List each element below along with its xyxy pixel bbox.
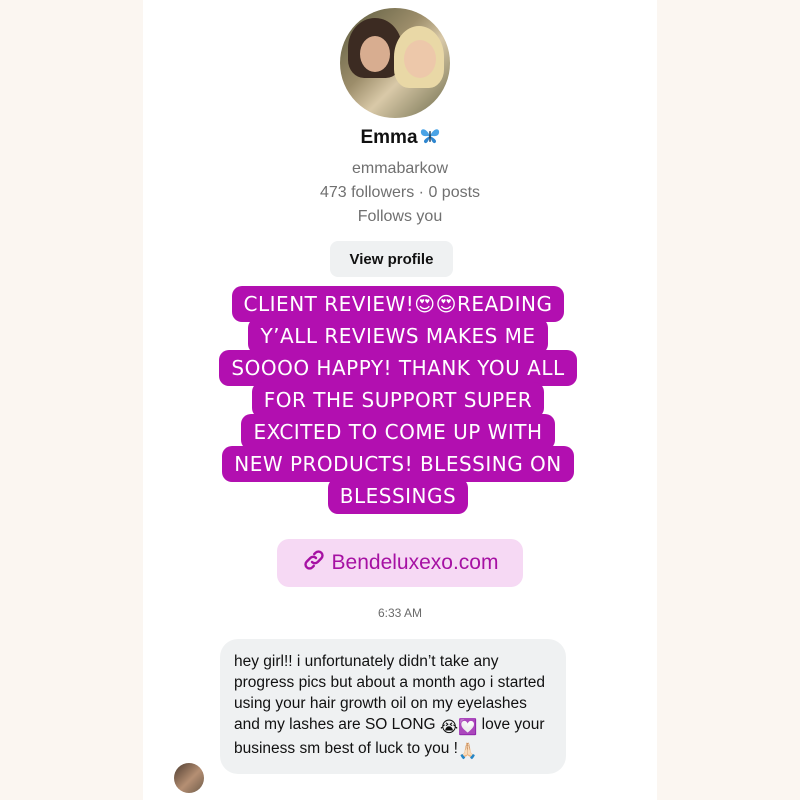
avatar-person-right-face xyxy=(404,40,436,78)
view-profile-button[interactable]: View profile xyxy=(330,241,453,277)
banner-line: SOOOO HAPPY! THANK YOU ALL xyxy=(219,350,577,386)
crying-face-icon: 😭 xyxy=(439,719,459,736)
profile-stats: 473 followers · 0 posts xyxy=(319,184,481,201)
folded-hands-icon: 🙏🏻 xyxy=(458,743,478,760)
banner-line: BLESSINGS xyxy=(327,478,469,514)
follow-status: Follows you xyxy=(357,208,443,225)
profile-display-name: Emma xyxy=(0,127,800,151)
link-sticker[interactable]: Bendeluxexo.com xyxy=(277,539,523,587)
sender-avatar[interactable] xyxy=(174,763,204,793)
message-timestamp: 6:33 AM xyxy=(377,606,423,620)
butterfly-icon xyxy=(420,127,440,151)
profile-username: emmabarkow xyxy=(351,160,449,177)
profile-avatar[interactable] xyxy=(340,8,450,118)
banner-line: FOR THE SUPPORT SUPER xyxy=(251,382,545,418)
banner-line: NEW PRODUCTS! BLESSING ON xyxy=(222,446,574,482)
banner-line: Y’ALL REVIEWS MAKES ME xyxy=(248,318,548,354)
display-name-text: Emma xyxy=(360,127,418,148)
link-sticker-label: Bendeluxexo.com xyxy=(331,551,499,574)
story-text-banner: CLIENT REVIEW!😍😍READING Y’ALL REVIEWS MA… xyxy=(182,286,614,514)
heart-decoration-icon: 💟 xyxy=(458,719,478,736)
banner-line: EXCITED TO COME UP WITH xyxy=(241,414,555,450)
message-bubble[interactable]: hey girl!! i unfortunately didn’t take a… xyxy=(220,639,566,774)
banner-line: CLIENT REVIEW!😍😍READING xyxy=(231,286,565,322)
link-icon xyxy=(302,548,326,578)
avatar-person-left-face xyxy=(360,36,390,72)
